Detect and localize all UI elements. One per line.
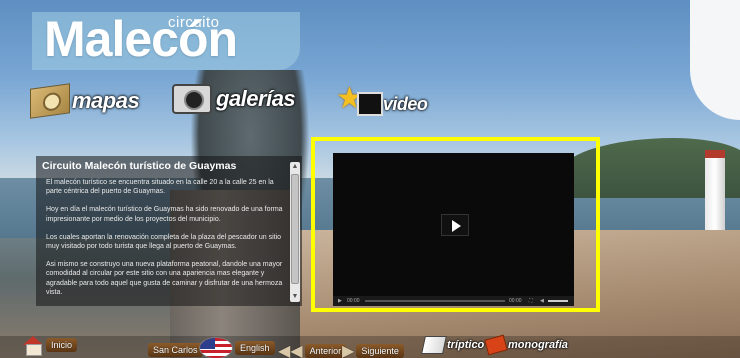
home-icon — [22, 336, 44, 356]
white-splash-decoration — [690, 0, 740, 120]
info-panel: Circuito Malecón turístico de Guaymas El… — [36, 156, 302, 306]
nav-video-button[interactable]: ★ video — [336, 82, 428, 116]
nav-video-label: video — [382, 93, 428, 114]
info-paragraph: El malecón turístico se encuentra situad… — [46, 179, 274, 196]
info-paragraph: Hoy en día el malecón turístico de Guaym… — [46, 206, 283, 223]
san-carlos-button[interactable]: San Carlos — [148, 343, 203, 357]
scroll-thumb[interactable] — [291, 174, 299, 284]
total-time: 00:00 — [509, 298, 522, 304]
video-player[interactable]: ▶ 00:00 00:00 ⛶ ◀ — [333, 153, 574, 306]
brochure-icon — [421, 336, 447, 354]
scroll-up-icon[interactable]: ▲ — [290, 162, 300, 172]
current-time: 00:00 — [347, 298, 360, 304]
progress-bar[interactable] — [365, 300, 505, 302]
volume-slider[interactable] — [548, 300, 568, 302]
nav-galerias-button[interactable]: galerías — [172, 84, 296, 114]
siguiente-label: Siguiente — [356, 344, 404, 358]
nav-mapas-label: mapas — [72, 88, 140, 113]
nav-mapas-button[interactable]: mapas — [30, 83, 140, 119]
info-paragraph: Los cuales aportan la renovación complet… — [46, 233, 282, 251]
nav-galerias-label: galerías — [216, 86, 296, 111]
us-flag-icon — [199, 337, 233, 358]
logo-title: Malecón — [44, 11, 238, 67]
info-body: El malecón turístico se encuentra situad… — [46, 178, 288, 306]
arrow-right-icon: ▶ — [342, 343, 355, 358]
book-icon — [484, 334, 508, 356]
volume-icon[interactable]: ◀ — [540, 298, 544, 304]
play-button[interactable] — [441, 214, 469, 236]
monografia-label: monografía — [508, 339, 568, 351]
san-carlos-label: San Carlos — [148, 343, 203, 357]
info-title: Circuito Malecón turístico de Guaymas — [42, 160, 237, 172]
anterior-button[interactable]: ◀◀ Anterior — [278, 341, 347, 358]
lighthouse — [705, 150, 725, 230]
map-icon — [30, 83, 70, 119]
triptico-label: tríptico — [447, 339, 485, 351]
monografia-button[interactable]: monografía — [484, 334, 568, 356]
fullscreen-icon[interactable]: ⛶ — [529, 298, 533, 304]
arrow-left-icon: ◀◀ — [278, 343, 303, 358]
siguiente-button[interactable]: ▶ Siguiente — [342, 341, 404, 358]
inicio-label: Inicio — [46, 338, 78, 352]
english-button[interactable]: English — [199, 337, 275, 358]
inicio-button[interactable]: Inicio — [22, 336, 78, 356]
info-paragraph: Asi mismo se construyo una nueva platafo… — [46, 261, 283, 296]
camera-icon — [172, 84, 212, 114]
player-controls: ▶ 00:00 00:00 ⛶ ◀ — [333, 296, 574, 306]
english-label: English — [235, 341, 275, 355]
info-scrollbar[interactable]: ▲ ▼ — [290, 162, 300, 302]
scroll-down-icon[interactable]: ▼ — [290, 292, 300, 302]
film-icon — [356, 92, 383, 116]
anterior-label: Anterior — [304, 344, 347, 358]
triptico-button[interactable]: tríptico — [421, 336, 485, 354]
play-icon[interactable]: ▶ — [338, 298, 342, 304]
